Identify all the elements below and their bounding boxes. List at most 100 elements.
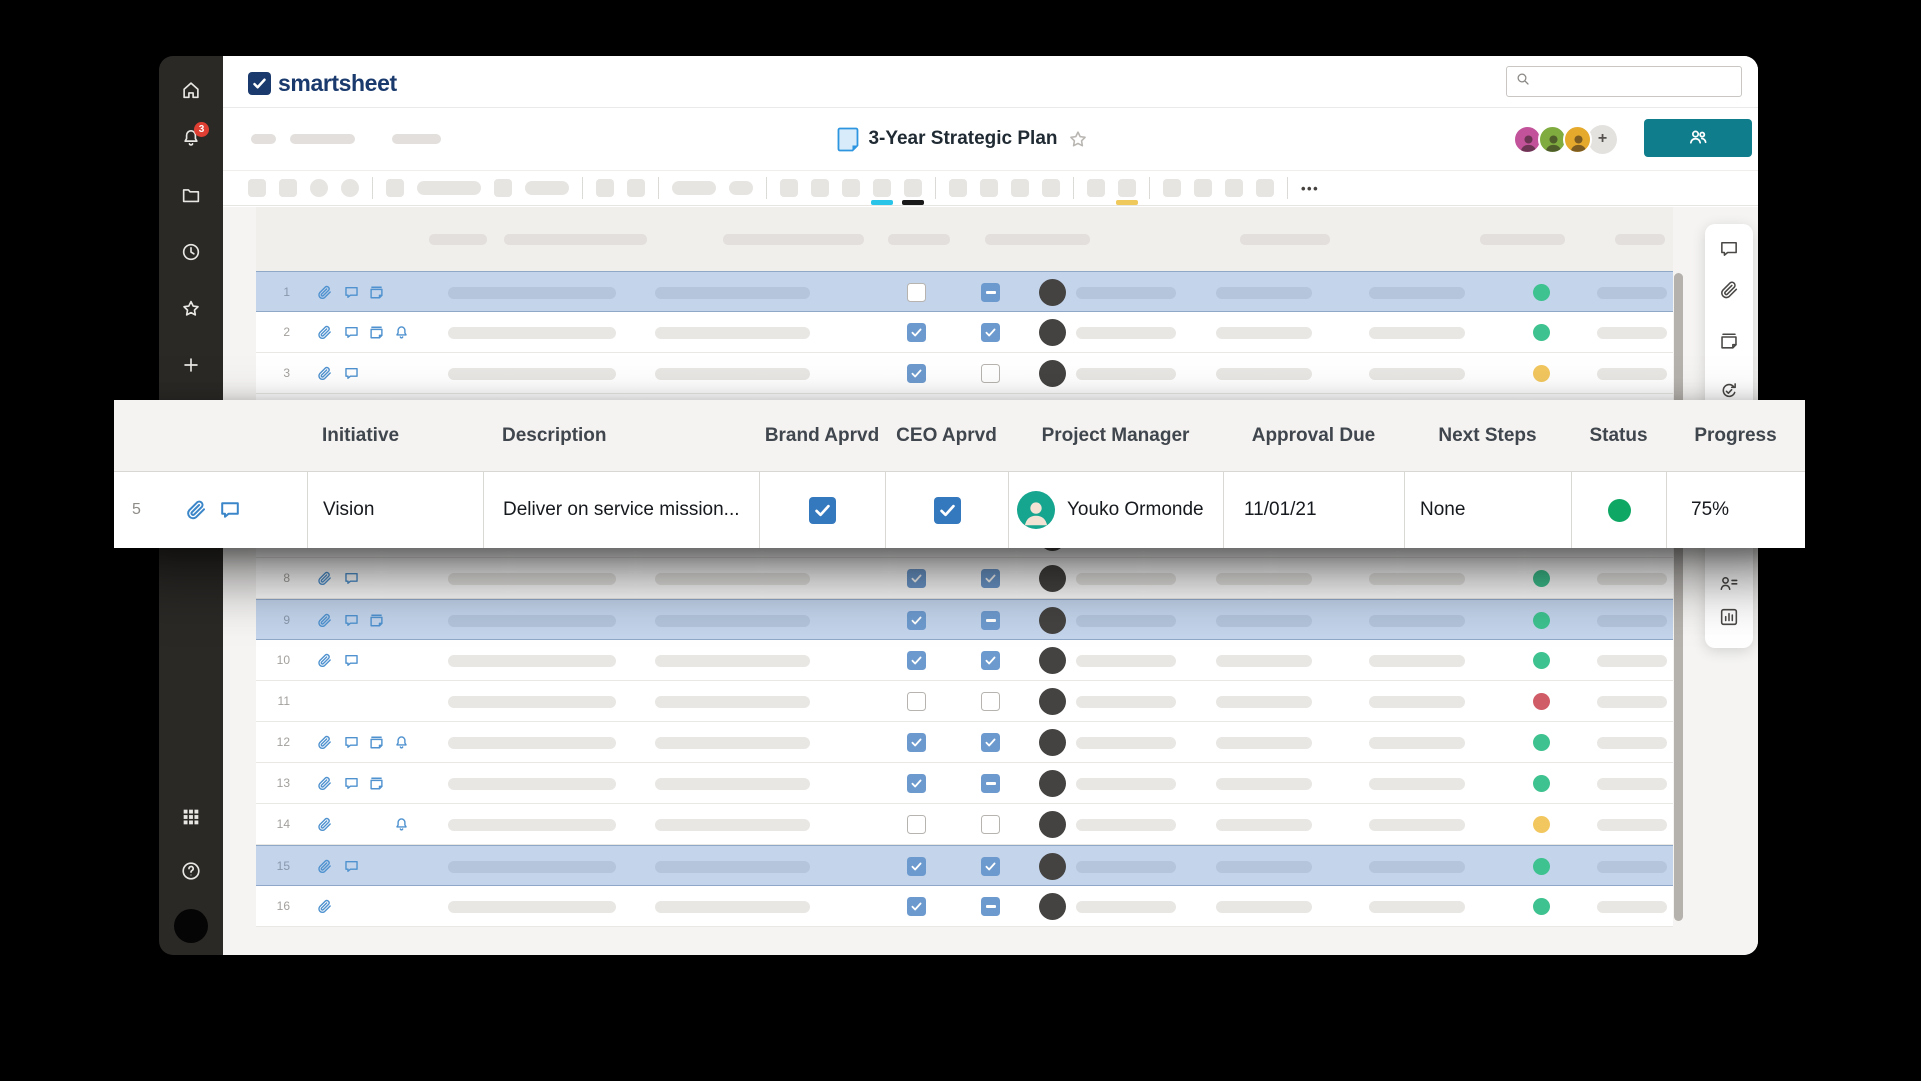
checkbox-indeterminate[interactable] <box>981 611 1000 630</box>
table-row[interactable]: 11 <box>256 681 1673 722</box>
proof-icon[interactable] <box>368 324 385 341</box>
table-row[interactable]: 13 <box>256 763 1673 804</box>
panel-attachments-button[interactable] <box>1718 279 1740 301</box>
attachment-icon[interactable] <box>316 898 333 915</box>
add-collaborator-button[interactable]: + <box>1588 125 1617 154</box>
checkbox-checked[interactable] <box>809 497 836 524</box>
attachment-icon[interactable] <box>316 324 333 341</box>
table-row[interactable]: 15 <box>256 845 1673 886</box>
checkbox-checked[interactable] <box>907 364 926 383</box>
comment-icon[interactable] <box>343 570 360 587</box>
table-row[interactable]: 1 <box>256 271 1673 312</box>
checkbox-empty[interactable] <box>981 364 1000 383</box>
reminder-icon[interactable] <box>393 324 410 341</box>
checkbox-checked[interactable] <box>907 611 926 630</box>
checkbox-checked[interactable] <box>907 569 926 588</box>
proof-icon[interactable] <box>368 734 385 751</box>
toolbar-button-skeleton[interactable] <box>1163 179 1181 197</box>
comment-icon[interactable] <box>343 324 360 341</box>
panel-summary-chart-button[interactable] <box>1718 606 1740 628</box>
attachment-icon[interactable] <box>316 652 333 669</box>
smartsheet-logo[interactable]: smartsheet <box>248 70 397 97</box>
sidebar-item-create[interactable] <box>180 354 202 376</box>
toolbar-button-skeleton[interactable] <box>248 179 266 197</box>
share-button[interactable] <box>1644 119 1752 157</box>
toolbar-more-button[interactable]: ••• <box>1301 181 1319 196</box>
checkbox-checked[interactable] <box>981 323 1000 342</box>
checkbox-empty[interactable] <box>981 692 1000 711</box>
avatar[interactable] <box>174 909 208 943</box>
toolbar-button-skeleton[interactable] <box>1087 179 1105 197</box>
proof-icon[interactable] <box>368 775 385 792</box>
proof-icon[interactable] <box>368 284 385 301</box>
panel-contacts-button[interactable] <box>1718 572 1740 594</box>
panel-proofs-button[interactable] <box>1718 330 1740 352</box>
checkbox-empty[interactable] <box>981 815 1000 834</box>
toolbar-button-skeleton[interactable] <box>980 179 998 197</box>
table-row[interactable]: 10 <box>256 640 1673 681</box>
checkbox-indeterminate[interactable] <box>981 774 1000 793</box>
toolbar-button-skeleton[interactable] <box>949 179 967 197</box>
toolbar-button-skeleton[interactable] <box>1011 179 1029 197</box>
checkbox-checked[interactable] <box>907 651 926 670</box>
comment-icon[interactable] <box>343 612 360 629</box>
attachment-icon[interactable] <box>316 816 333 833</box>
toolbar-button-skeleton[interactable] <box>873 179 891 197</box>
attachment-icon[interactable] <box>316 612 333 629</box>
toolbar-button-skeleton[interactable] <box>842 179 860 197</box>
checkbox-indeterminate[interactable] <box>981 897 1000 916</box>
toolbar-button-skeleton[interactable] <box>279 179 297 197</box>
toolbar-button-skeleton[interactable] <box>1042 179 1060 197</box>
checkbox-checked[interactable] <box>907 897 926 916</box>
panel-comments-button[interactable] <box>1718 238 1740 260</box>
toolbar-button-skeleton[interactable] <box>494 179 512 197</box>
attachment-icon[interactable] <box>316 775 333 792</box>
checkbox-checked[interactable] <box>907 323 926 342</box>
comment-icon[interactable] <box>343 858 360 875</box>
avatar-collaborator-3[interactable] <box>1563 125 1592 154</box>
panel-update-requests-button[interactable] <box>1718 380 1740 402</box>
comment-icon[interactable] <box>343 652 360 669</box>
toolbar-button-skeleton[interactable] <box>596 179 614 197</box>
toolbar-button-skeleton[interactable] <box>729 181 753 195</box>
toolbar-button-skeleton[interactable] <box>1256 179 1274 197</box>
checkbox-checked[interactable] <box>907 733 926 752</box>
toolbar-button-skeleton[interactable] <box>780 179 798 197</box>
table-row[interactable]: 2 <box>256 312 1673 353</box>
reminder-icon[interactable] <box>393 816 410 833</box>
reminder-icon[interactable] <box>393 734 410 751</box>
checkbox-empty[interactable] <box>907 283 926 302</box>
checkbox-empty[interactable] <box>907 692 926 711</box>
sidebar-item-browse[interactable] <box>180 184 202 206</box>
search-box[interactable] <box>1506 66 1742 97</box>
sidebar-item-help[interactable] <box>180 860 202 882</box>
vertical-scrollbar[interactable] <box>1674 273 1683 921</box>
toolbar-button-skeleton[interactable] <box>1225 179 1243 197</box>
toolbar-button-skeleton[interactable] <box>904 179 922 197</box>
search-input[interactable] <box>1537 73 1741 90</box>
table-row[interactable]: 12 <box>256 722 1673 763</box>
comment-icon[interactable] <box>343 365 360 382</box>
toolbar-button-skeleton[interactable] <box>627 179 645 197</box>
attachment-icon[interactable] <box>316 365 333 382</box>
toolbar-button-skeleton[interactable] <box>525 181 569 195</box>
sidebar-item-favorites[interactable] <box>180 298 202 320</box>
proof-icon[interactable] <box>368 612 385 629</box>
comment-icon[interactable] <box>343 284 360 301</box>
checkbox-indeterminate[interactable] <box>981 283 1000 302</box>
attachment-icon[interactable] <box>316 734 333 751</box>
table-row[interactable]: 14 <box>256 804 1673 845</box>
comment-icon[interactable] <box>343 775 360 792</box>
attachment-icon[interactable] <box>316 570 333 587</box>
toolbar-button-skeleton[interactable] <box>1194 179 1212 197</box>
table-row[interactable]: 8 <box>256 558 1673 599</box>
table-row[interactable]: 16 <box>256 886 1673 927</box>
checkbox-checked[interactable] <box>934 497 961 524</box>
attachment-icon[interactable] <box>316 284 333 301</box>
checkbox-checked[interactable] <box>981 857 1000 876</box>
attachment-icon[interactable] <box>316 858 333 875</box>
checkbox-checked[interactable] <box>981 569 1000 588</box>
checkbox-checked[interactable] <box>907 857 926 876</box>
favorite-star-icon[interactable] <box>1068 129 1089 150</box>
toolbar-button-skeleton[interactable] <box>417 181 481 195</box>
